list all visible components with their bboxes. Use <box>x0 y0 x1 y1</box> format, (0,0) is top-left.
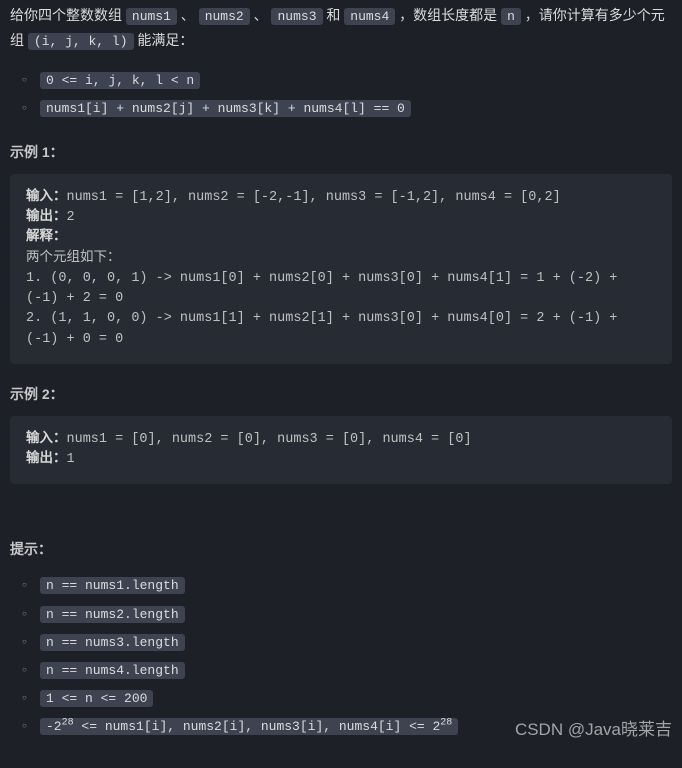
example1-title: 示例 1： <box>10 142 672 162</box>
list-item: n == nums2.length <box>40 600 672 628</box>
output-value: 1 <box>67 452 75 467</box>
output-value: 2 <box>67 210 75 225</box>
conditions-list: 0 <= i, j, k, l < n nums1[i] + nums2[j] … <box>10 66 672 122</box>
list-item: n == nums3.length <box>40 628 672 656</box>
input-value: nums1 = [0], nums2 = [0], nums3 = [0], n… <box>67 432 472 447</box>
detail-line: 1. (0, 0, 0, 1) -> nums1[0] + nums2[0] +… <box>26 271 617 306</box>
code-nums4: nums4 <box>344 8 395 25</box>
example2-block: 输入：nums1 = [0], nums2 = [0], nums3 = [0]… <box>10 416 672 485</box>
list-item: 1 <= n <= 200 <box>40 684 672 712</box>
detail-label: 两个元组如下： <box>26 251 121 266</box>
code-nums3: nums3 <box>271 8 322 25</box>
explain-label: 解释： <box>26 230 67 245</box>
hints-title: 提示： <box>10 539 672 559</box>
list-item: 0 <= i, j, k, l < n <box>40 66 672 94</box>
input-label: 输入： <box>26 190 67 205</box>
example2-title: 示例 2： <box>10 384 672 404</box>
output-label: 输出： <box>26 210 67 225</box>
list-item: n == nums4.length <box>40 656 672 684</box>
input-value: nums1 = [1,2], nums2 = [-2,-1], nums3 = … <box>67 190 561 205</box>
desc-text: 给你四个整数数组 <box>10 7 126 23</box>
code-n: n <box>501 8 521 25</box>
watermark: CSDN @Java晓莱吉 <box>515 715 672 740</box>
code-nums2: nums2 <box>199 8 250 25</box>
output-label: 输出： <box>26 452 67 467</box>
detail-line: 2. (1, 1, 0, 0) -> nums1[1] + nums2[1] +… <box>26 311 617 346</box>
code-nums1: nums1 <box>126 8 177 25</box>
list-item: n == nums1.length <box>40 571 672 599</box>
list-item: nums1[i] + nums2[j] + nums3[k] + nums4[l… <box>40 94 672 122</box>
code-tuple: (i, j, k, l) <box>28 33 134 50</box>
problem-description: 给你四个整数数组 nums1 、 nums2 、 nums3 和 nums4 ，… <box>10 3 672 54</box>
input-label: 输入： <box>26 432 67 447</box>
example1-block: 输入：nums1 = [1,2], nums2 = [-2,-1], nums3… <box>10 174 672 364</box>
